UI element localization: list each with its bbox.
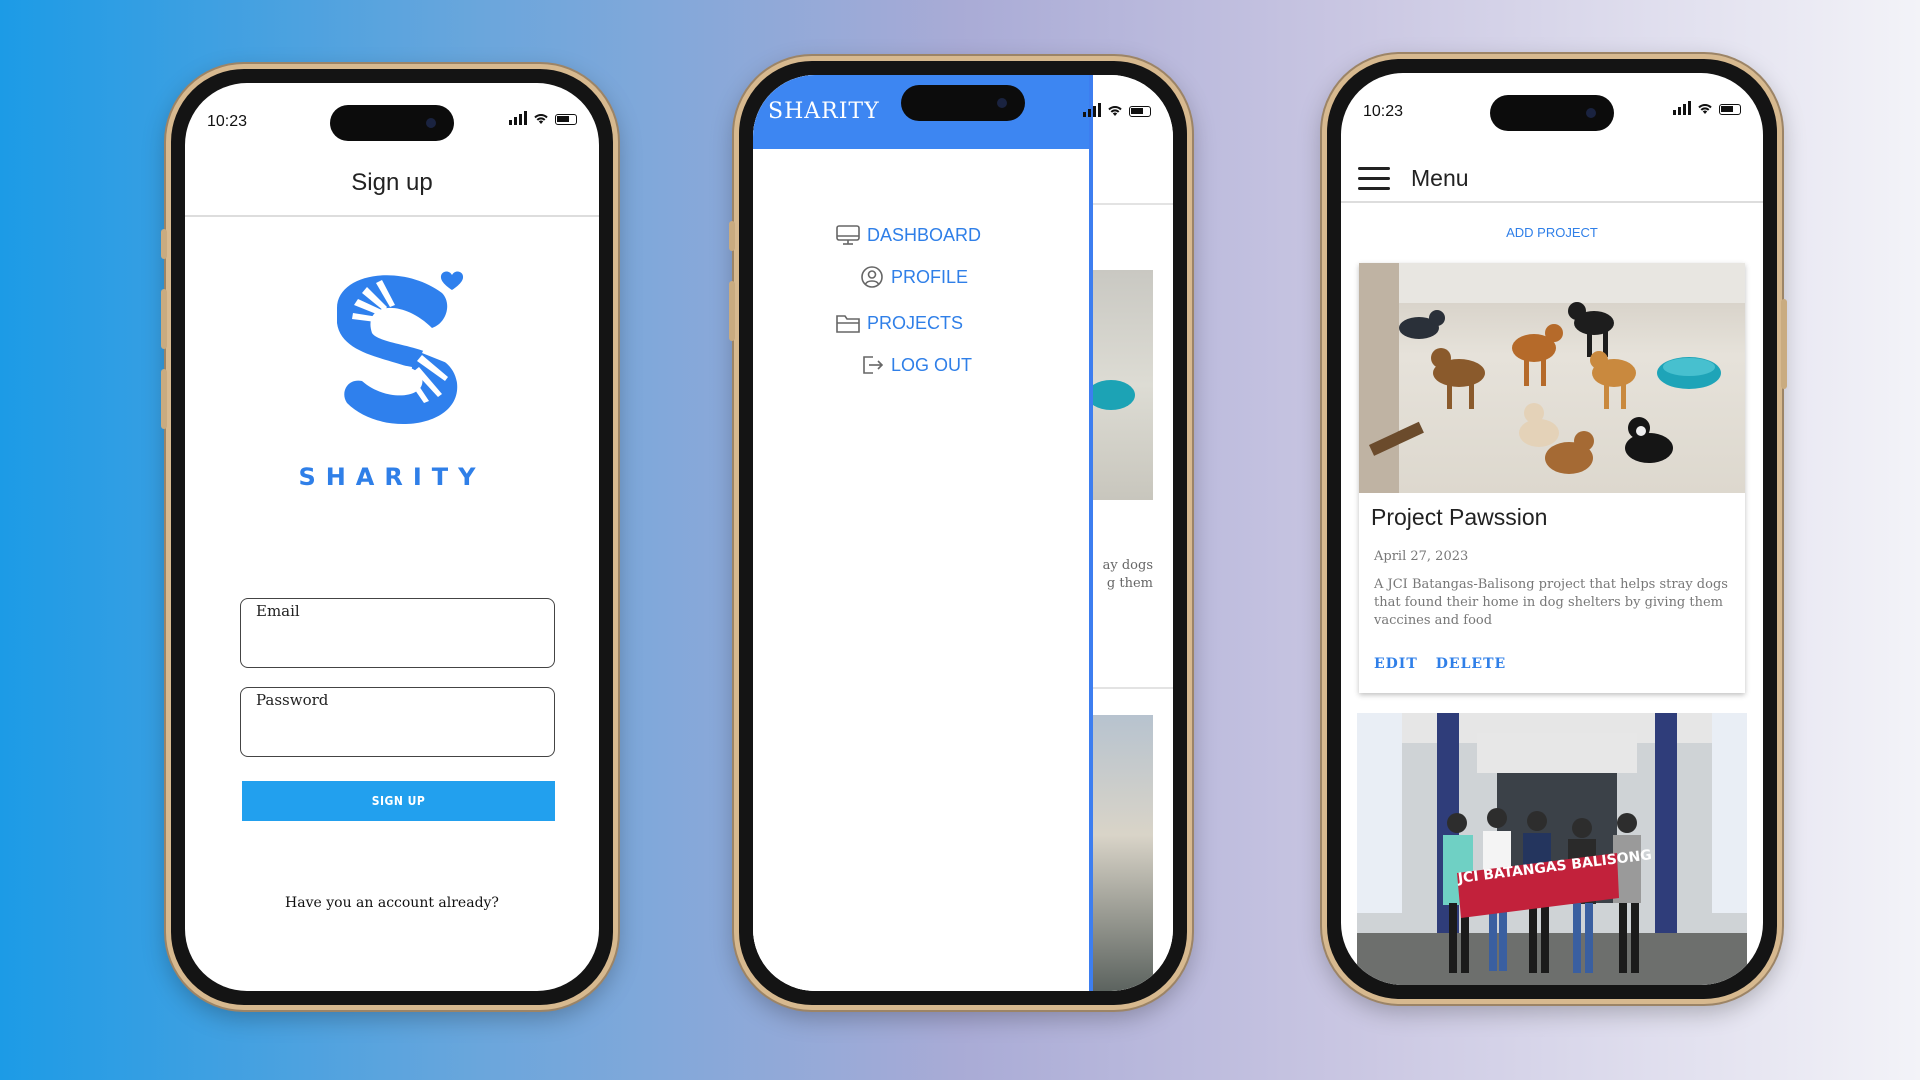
battery-icon	[1129, 106, 1151, 117]
wifi-icon	[534, 114, 548, 124]
side-button	[161, 229, 167, 259]
project-title: Project Pawssion	[1371, 504, 1548, 530]
water-bowl	[1087, 380, 1135, 410]
menu-item-projects[interactable]: PROJECTS	[835, 311, 963, 335]
menu-item-logout[interactable]: LOG OUT	[859, 353, 972, 377]
side-button	[161, 369, 167, 429]
app-header: Menu	[1341, 161, 1763, 211]
page-title: Sign up	[351, 169, 433, 196]
card-actions: EDIT DELETE	[1374, 656, 1506, 672]
header-divider	[1341, 201, 1763, 203]
navigation-drawer: SHARITY DASHBOARD PROFILE PROJECTS LOG O…	[753, 75, 1093, 991]
phone-projects: 10:23 Menu ADD PROJECT Project Pawssion …	[1322, 54, 1787, 1004]
phone-drawer: ay dogs g them SHARITY DASHBOARD PROFILE…	[729, 56, 1192, 1010]
password-input[interactable]	[255, 722, 540, 748]
battery-icon	[1719, 104, 1741, 115]
projects-screen: 10:23 Menu ADD PROJECT Project Pawssion …	[1341, 73, 1763, 985]
status-icons	[509, 111, 577, 125]
folder-icon	[836, 315, 860, 333]
delete-button[interactable]: DELETE	[1436, 656, 1506, 672]
side-button	[729, 221, 735, 251]
dynamic-island	[330, 105, 454, 141]
hands-heart-logo-icon	[337, 271, 464, 425]
header-divider	[185, 215, 599, 217]
menu-item-dashboard[interactable]: DASHBOARD	[835, 223, 981, 247]
status-time: 10:23	[207, 113, 248, 130]
project-card: JCI BATANGAS BALISONG	[1357, 713, 1747, 985]
menu-item-label: DASHBOARD	[867, 224, 982, 245]
menu-item-label: PROFILE	[891, 266, 969, 287]
have-account-link[interactable]: Have you an account already?	[185, 895, 599, 911]
dynamic-island	[901, 85, 1025, 121]
status-time: 10:23	[1363, 103, 1404, 120]
email-label: Email	[256, 602, 300, 620]
password-label: Password	[256, 691, 329, 709]
header-title: Menu	[1411, 165, 1469, 191]
status-icons	[1083, 103, 1151, 117]
sharity-logo	[302, 253, 482, 433]
menu-item-profile[interactable]: PROFILE	[859, 265, 968, 289]
side-button	[729, 281, 735, 341]
menu-item-label: PROJECTS	[867, 312, 964, 333]
drawer-screen: ay dogs g them SHARITY DASHBOARD PROFILE…	[753, 75, 1173, 991]
menu-item-label: LOG OUT	[891, 354, 973, 375]
signal-icon	[509, 111, 527, 125]
signup-screen: 10:23 Sign up SHARITY Email Password SIG…	[185, 83, 599, 991]
edit-button[interactable]: EDIT	[1374, 656, 1418, 672]
signup-button[interactable]: SIGN UP	[242, 781, 555, 821]
battery-icon	[555, 114, 577, 125]
dynamic-island	[1490, 95, 1614, 131]
project-card: Project Pawssion April 27, 2023 A JCI Ba…	[1359, 263, 1745, 693]
user-circle-icon	[861, 266, 883, 288]
status-icons	[1673, 101, 1741, 115]
wifi-icon	[1698, 104, 1712, 114]
email-field[interactable]: Email	[240, 598, 555, 668]
project-image	[1359, 263, 1745, 493]
hamburger-menu-icon[interactable]	[1358, 167, 1390, 193]
email-input[interactable]	[255, 633, 540, 659]
wifi-icon	[1108, 106, 1122, 116]
add-project-button[interactable]: ADD PROJECT	[1341, 225, 1763, 240]
brand-wordmark: SHARITY	[298, 463, 486, 491]
password-field[interactable]: Password	[240, 687, 555, 757]
project-description: A JCI Batangas-Balisong project that hel…	[1374, 577, 1728, 628]
signal-icon	[1083, 103, 1101, 117]
phone-signup: 10:23 Sign up SHARITY Email Password SIG…	[161, 64, 618, 1010]
logout-icon	[863, 356, 884, 374]
project-date: April 27, 2023	[1374, 549, 1469, 564]
dogs-photo	[1359, 263, 1745, 493]
drawer-title: SHARITY	[768, 99, 880, 124]
signal-icon	[1673, 101, 1691, 115]
monitor-icon	[836, 225, 860, 245]
side-button	[1781, 299, 1787, 389]
group-photo	[1357, 713, 1747, 985]
side-button	[161, 289, 167, 349]
